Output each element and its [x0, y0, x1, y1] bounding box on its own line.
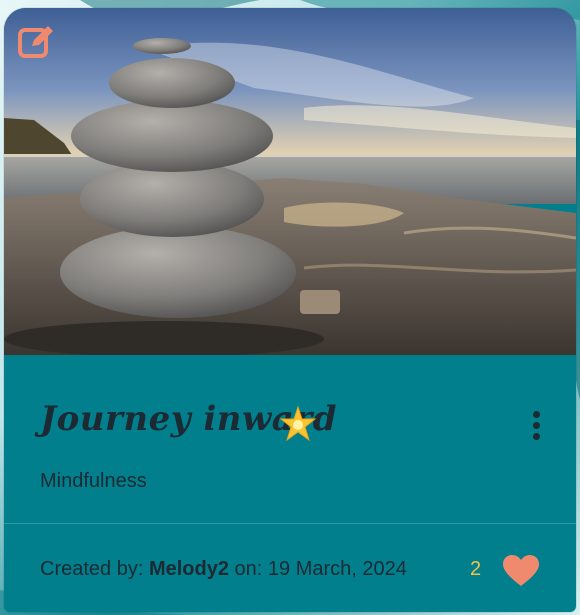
- on-label: on:: [234, 558, 263, 580]
- kebab-dot-icon: [532, 411, 540, 418]
- author-name: Melody2: [148, 558, 229, 580]
- post-footer: Created by: Melody2 on: 19 March, 2024 2: [4, 524, 576, 612]
- post-card[interactable]: Journey inward Mindfulness Created by: M…: [4, 8, 576, 612]
- more-options-button[interactable]: [524, 411, 548, 451]
- post-content: Journey inward Mindfulness: [4, 355, 576, 523]
- kebab-dot-icon: [532, 433, 540, 440]
- heart-icon: [503, 555, 539, 586]
- kebab-dot-icon: [532, 422, 540, 429]
- post-date: 19 March, 2024: [267, 558, 407, 580]
- post-image: [4, 8, 576, 355]
- like-button[interactable]: [502, 554, 540, 588]
- edit-button[interactable]: [16, 22, 56, 62]
- post-category: Mindfulness: [40, 470, 147, 492]
- like-count: 2: [470, 558, 482, 580]
- post-meta: Created by: Melody2 on: 19 March, 2024: [40, 558, 407, 581]
- edit-icon: [18, 26, 53, 58]
- sparkle-star-icon: [278, 405, 318, 445]
- created-by-label: Created by:: [40, 558, 144, 580]
